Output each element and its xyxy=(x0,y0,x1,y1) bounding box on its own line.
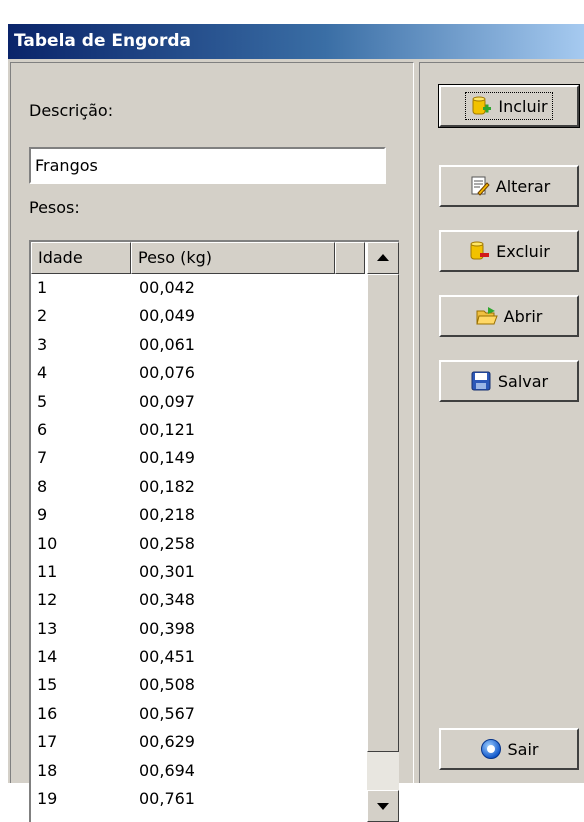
arrow-up-icon xyxy=(377,254,389,261)
table-row[interactable]: 17 00,629 xyxy=(31,728,365,756)
cell-peso: 00,049 xyxy=(139,306,195,326)
cell-idade: 16 xyxy=(37,703,58,723)
scroll-down-button[interactable] xyxy=(367,790,399,822)
salvar-button[interactable]: Salvar xyxy=(439,360,579,402)
descricao-label: Descrição: xyxy=(29,101,114,120)
database-remove-icon xyxy=(470,241,490,260)
cell-peso: 00,398 xyxy=(139,618,195,638)
table-row[interactable]: 8 00,182 xyxy=(31,473,365,501)
table-row[interactable]: 9 00,218 xyxy=(31,501,365,529)
cell-peso: 00,149 xyxy=(139,448,195,468)
incluir-button[interactable]: Incluir xyxy=(438,84,580,128)
cell-idade: 12 xyxy=(37,590,58,610)
form-panel: Descrição: Pesos: Idade Peso (kg) 1 00,04… xyxy=(10,62,414,822)
table-row[interactable]: 3 00,061 xyxy=(31,331,365,359)
excluir-button[interactable]: Excluir xyxy=(439,230,579,272)
table-row[interactable]: 4 00,076 xyxy=(31,359,365,387)
cell-idade: 2 xyxy=(37,306,48,326)
excluir-label: Excluir xyxy=(496,241,550,261)
pesos-label: Pesos: xyxy=(29,198,80,217)
cell-peso: 00,042 xyxy=(139,278,195,297)
cell-idade: 14 xyxy=(37,647,58,667)
incluir-label: Incluir xyxy=(498,96,548,116)
cell-peso: 00,761 xyxy=(139,789,195,809)
cell-idade: 17 xyxy=(37,732,58,752)
edit-document-icon xyxy=(471,176,490,196)
arrow-down-icon xyxy=(377,803,389,810)
cell-peso: 00,451 xyxy=(139,647,195,667)
column-header-peso[interactable]: Peso (kg) xyxy=(131,242,335,274)
grid-rows: 1 00,042 2 00,049 3 00,061 4 00,076 5 00,097 6 00,1… xyxy=(31,274,365,813)
cell-idade: 6 xyxy=(37,419,48,439)
table-row[interactable]: 14 00,451 xyxy=(31,643,365,671)
cell-idade: 15 xyxy=(37,675,58,695)
pesos-grid[interactable]: Idade Peso (kg) 1 00,042 2 00,049 3 00,061 4 00… xyxy=(29,240,399,822)
save-disk-icon xyxy=(471,371,491,391)
table-row[interactable]: 11 00,301 xyxy=(31,558,365,586)
cell-peso: 00,348 xyxy=(139,590,195,610)
database-add-icon xyxy=(472,96,492,115)
table-row[interactable]: 15 00,508 xyxy=(31,671,365,699)
window: Tabela de Engorda Descrição: Pesos: Idad… xyxy=(8,24,584,822)
cell-idade: 7 xyxy=(37,448,48,468)
cell-idade: 4 xyxy=(37,363,48,383)
cell-peso: 00,076 xyxy=(139,363,195,383)
cell-peso: 00,258 xyxy=(139,533,195,553)
cell-peso: 00,508 xyxy=(139,675,195,695)
cell-idade: 18 xyxy=(37,760,58,780)
scroll-thumb[interactable] xyxy=(367,274,399,752)
table-row[interactable]: 18 00,694 xyxy=(31,757,365,785)
cell-peso: 00,629 xyxy=(139,732,195,752)
cell-peso: 00,301 xyxy=(139,561,195,581)
table-row[interactable]: 1 00,042 xyxy=(31,274,365,302)
cell-idade: 19 xyxy=(37,789,58,809)
sair-label: Sair xyxy=(507,739,539,759)
descricao-input[interactable] xyxy=(29,147,386,184)
window-title: Tabela de Engorda xyxy=(8,24,584,59)
cell-idade: 3 xyxy=(37,334,48,354)
cell-peso: 00,182 xyxy=(139,476,195,496)
cell-peso: 00,218 xyxy=(139,505,195,525)
column-header-blank xyxy=(335,242,365,274)
cell-peso: 00,097 xyxy=(139,391,195,411)
table-row[interactable]: 12 00,348 xyxy=(31,586,365,614)
table-row[interactable]: 6 00,121 xyxy=(31,416,365,444)
table-row[interactable]: 7 00,149 xyxy=(31,444,365,472)
cell-idade: 9 xyxy=(37,505,48,525)
salvar-label: Salvar xyxy=(497,371,549,391)
scroll-up-button[interactable] xyxy=(367,242,399,274)
cell-idade: 5 xyxy=(37,391,48,411)
incluir-focus: Incluir xyxy=(465,92,553,120)
table-row[interactable]: 19 00,761 xyxy=(31,785,365,813)
table-row[interactable]: 16 00,567 xyxy=(31,700,365,728)
table-row[interactable]: 2 00,049 xyxy=(31,302,365,330)
table-row[interactable]: 13 00,398 xyxy=(31,615,365,643)
grid-header: Idade Peso (kg) xyxy=(31,242,365,274)
cell-idade: 13 xyxy=(37,618,58,638)
abrir-button[interactable]: Abrir xyxy=(439,295,579,337)
cell-idade: 8 xyxy=(37,476,48,496)
actions-panel: Incluir Alterar Excluir Abrir Salvar Sai… xyxy=(419,62,584,783)
alterar-button[interactable]: Alterar xyxy=(439,165,579,207)
abrir-label: Abrir xyxy=(503,306,543,326)
vertical-scrollbar[interactable] xyxy=(367,242,399,822)
table-row[interactable]: 5 00,097 xyxy=(31,388,365,416)
sair-button[interactable]: Sair xyxy=(439,728,579,770)
open-folder-icon xyxy=(476,307,498,325)
cell-peso: 00,121 xyxy=(139,419,195,439)
alterar-label: Alterar xyxy=(495,176,551,196)
exit-circle-icon xyxy=(480,739,501,759)
cell-idade: 1 xyxy=(37,278,48,297)
cell-peso: 00,694 xyxy=(139,760,195,780)
cell-idade: 11 xyxy=(37,561,58,581)
column-header-idade[interactable]: Idade xyxy=(31,242,131,274)
table-row[interactable]: 10 00,258 xyxy=(31,530,365,558)
cell-peso: 00,061 xyxy=(139,334,195,354)
cell-idade: 10 xyxy=(37,533,58,553)
cell-peso: 00,567 xyxy=(139,703,195,723)
